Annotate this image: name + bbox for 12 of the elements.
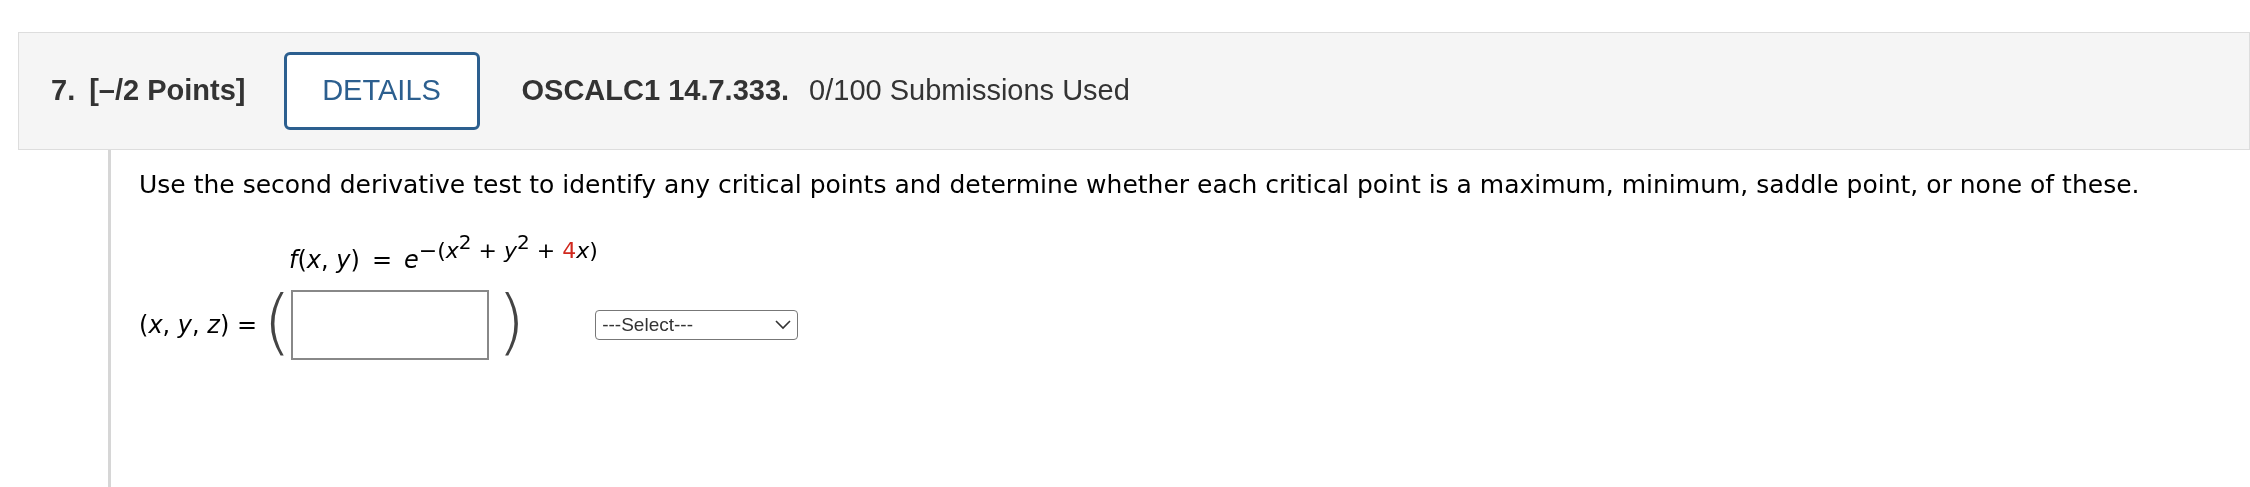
close-parenthesis: )	[497, 284, 526, 357]
submissions-label: 0/100 Submissions Used	[809, 73, 1130, 109]
open-parenthesis: (	[263, 284, 292, 357]
source-label: OSCALC1 14.7.333.	[521, 73, 790, 109]
select-dropdown[interactable]: ---Select---	[595, 309, 799, 340]
question-text: Use the second derivative test to identify any critical points and determine whether each critical point is a maximum, minimum, saddle point, or none of these.	[139, 169, 2141, 201]
details-button[interactable]: DETAILS	[283, 52, 480, 130]
chevron-down-icon	[775, 319, 792, 330]
answer-label: (x, y, z) =	[139, 309, 258, 341]
points-label: [–/2 Points]	[89, 73, 246, 109]
answer-input-field[interactable]	[291, 289, 490, 360]
question-number: 7.	[51, 73, 76, 109]
